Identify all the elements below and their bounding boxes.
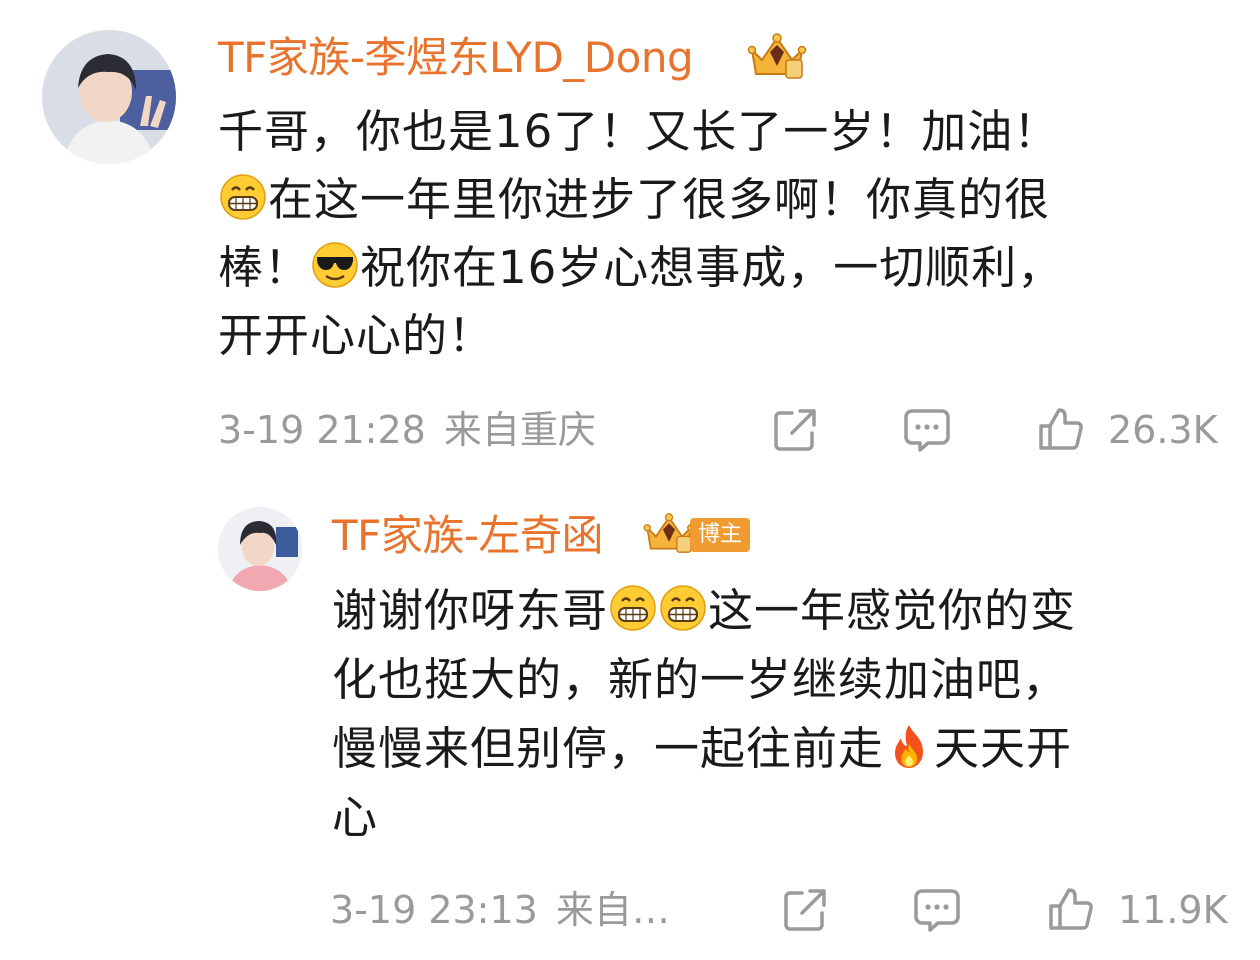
comment-thread: TF家族-李煜东LYD_Dong 千哥，你也是16了！又长了一岁！加油！ 在这一… <box>0 0 1260 960</box>
reply-line: 心 <box>332 783 1212 852</box>
comment-text: 祝你在16岁心想事成，一切顺利， <box>360 241 1064 294</box>
comment-text: 千哥，你也是16了！又长了一岁！加油！ <box>218 105 1060 158</box>
thumbs-up-icon[interactable] <box>1045 884 1095 934</box>
cool-emoji <box>311 241 359 289</box>
thumbs-up-icon[interactable] <box>1035 404 1085 454</box>
comment-text: 在这一年里你进步了很多啊！你真的很 <box>268 173 1051 226</box>
share-icon[interactable] <box>780 885 830 935</box>
user-avatar[interactable] <box>42 30 176 164</box>
reply-text: 心 <box>332 791 379 844</box>
timestamp: 3-19 21:28 <box>218 408 426 452</box>
reply-line: 化也挺大的，新的一岁继续加油吧， <box>332 645 1212 714</box>
comment-line: 开开心心的！ <box>218 302 1218 370</box>
username[interactable]: TF家族-李煜东LYD_Dong <box>218 30 694 86</box>
grin-emoji <box>609 584 657 632</box>
reply-text: 这一年感觉你的变 <box>708 584 1077 637</box>
avatar-photo <box>218 507 302 591</box>
comment-line: 棒！ 祝你在16岁心想事成，一切顺利， <box>218 234 1218 302</box>
fire-emoji <box>885 722 933 770</box>
username[interactable]: TF家族-左奇函 <box>332 508 603 564</box>
location: 来自… <box>555 888 670 932</box>
like-count: 11.9K <box>1118 888 1228 932</box>
grin-emoji <box>659 584 707 632</box>
comment-icon[interactable] <box>902 405 952 455</box>
comment-line: 在这一年里你进步了很多啊！你真的很 <box>218 166 1218 234</box>
comment-icon[interactable] <box>912 885 962 935</box>
avatar-photo <box>42 30 176 164</box>
reply-body: 谢谢你呀东哥 这一年感觉你的变 化也挺大的，新的一岁继续加油吧， 慢慢来但别停，一… <box>332 576 1212 852</box>
comment-text: 开开心心的！ <box>218 309 495 362</box>
comment-text: 棒！ <box>218 241 311 294</box>
reply-line: 慢慢来但别停，一起往前走 天天开 <box>332 714 1212 783</box>
user-avatar[interactable] <box>218 507 302 591</box>
reply-line: 谢谢你呀东哥 这一年感觉你的变 <box>332 576 1212 645</box>
comment-line: 千哥，你也是16了！又长了一岁！加油！ <box>218 98 1218 166</box>
reply-text: 慢慢来但别停，一起往前走 <box>332 722 885 775</box>
timestamp: 3-19 23:13 <box>330 888 538 932</box>
grin-emoji <box>219 173 267 221</box>
share-icon[interactable] <box>770 405 820 455</box>
reply-text: 天天开 <box>934 722 1073 775</box>
comment-meta: 3-19 21:28 来自重庆 <box>218 405 596 455</box>
blogger-badge: 博主 <box>690 518 750 552</box>
reply-meta: 3-19 23:13 来自… <box>330 885 670 935</box>
location: 来自重庆 <box>443 408 596 452</box>
like-count: 26.3K <box>1108 408 1218 452</box>
crown-icon <box>642 510 696 556</box>
reply-text: 化也挺大的，新的一岁继续加油吧， <box>332 653 1069 706</box>
crown-icon <box>746 30 808 82</box>
reply-text: 谢谢你呀东哥 <box>332 584 609 637</box>
comment-body: 千哥，你也是16了！又长了一岁！加油！ 在这一年里你进步了很多啊！你真的很 棒！… <box>218 98 1218 370</box>
